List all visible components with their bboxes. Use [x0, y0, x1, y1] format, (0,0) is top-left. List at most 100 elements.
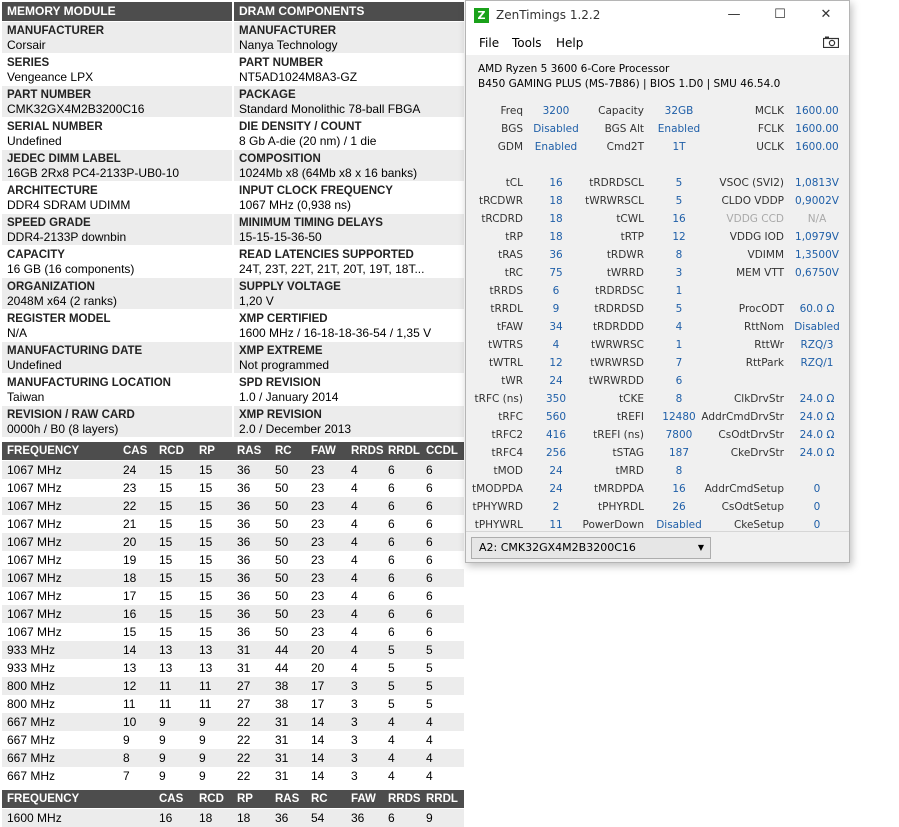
- table-cell: 9: [426, 811, 433, 825]
- table-cell: 15: [159, 571, 173, 585]
- maximize-button[interactable]: ☐: [757, 1, 803, 31]
- title-bar[interactable]: Z ZenTimings 1.2.2 — ☐ ✕: [466, 1, 849, 31]
- table-cell: 23: [311, 589, 325, 603]
- table-header-row: FREQUENCY CAS RCD RP RAS RC FAW RRDS RRDL: [2, 790, 464, 808]
- table-cell: 4: [351, 463, 358, 477]
- timing-label: ProcODT: [738, 303, 784, 315]
- timing-value: 9: [552, 303, 560, 315]
- table-row: 667 MHz 8 9 9 22 31 14 3 4 4: [2, 749, 464, 767]
- menu-help[interactable]: Help: [556, 36, 583, 50]
- timing-label: tREFI: [616, 411, 644, 423]
- dimm-select[interactable]: A2: CMK32GX4M2B3200C16 ▼: [471, 537, 711, 559]
- field-value: Not programmed: [239, 358, 330, 372]
- table-cell: 50: [275, 535, 289, 549]
- timing-label: CsOdtDrvStr: [718, 429, 784, 441]
- table-cell: 5: [388, 661, 395, 675]
- right-field: XMP EXTREME Not programmed: [234, 342, 464, 373]
- board-info: B450 GAMING PLUS (MS-7B86) | BIOS 1.D0 |…: [478, 78, 781, 90]
- timing-value: 5: [675, 177, 683, 189]
- timing-value: 24.0 Ω: [799, 447, 835, 459]
- timing-label: tWTRS: [488, 339, 523, 351]
- timing-label: tRFC2: [491, 429, 523, 441]
- table-cell: 9: [159, 769, 166, 783]
- timing-label: tPHYRDL: [598, 501, 644, 513]
- timing-value: 1,3500V: [795, 249, 839, 261]
- table-row: 667 MHz 10 9 9 22 31 14 3 4 4: [2, 713, 464, 731]
- table-cell: 12: [123, 679, 137, 693]
- timing-label: PowerDown: [582, 519, 645, 531]
- table-cell: 9: [159, 751, 166, 765]
- field-label: MANUFACTURER: [239, 25, 337, 37]
- timing-value: 12: [549, 357, 563, 369]
- table-cell: 50: [275, 571, 289, 585]
- timing-value: 12480: [662, 411, 696, 423]
- table-cell: 800 MHz: [7, 679, 56, 693]
- right-field: COMPOSITION 1024Mb x8 (64Mb x8 x 16 banks…: [234, 150, 464, 181]
- timing-label: tWRWRDD: [588, 375, 644, 387]
- field-value: N/A: [7, 326, 28, 340]
- field-label: MANUFACTURER: [7, 25, 105, 37]
- menu-file[interactable]: File: [479, 36, 499, 50]
- timing-value: 8: [675, 393, 683, 405]
- table-cell: 36: [237, 517, 251, 531]
- table-cell: 1067 MHz: [7, 499, 62, 513]
- table-row: 1600 MHz 16 18 18 36 54 36 6 9: [2, 809, 464, 827]
- column-header: RRDL: [426, 793, 458, 805]
- timing-label: tSTAG: [612, 447, 644, 459]
- menu-tools[interactable]: Tools: [512, 36, 542, 50]
- minimize-button[interactable]: —: [711, 1, 757, 31]
- timing-label: tWTRL: [488, 357, 523, 369]
- column-header: FREQUENCY: [7, 793, 80, 805]
- screenshot-camera-icon[interactable]: [823, 36, 839, 48]
- table-cell: 667 MHz: [7, 769, 56, 783]
- table-cell: 933 MHz: [7, 661, 56, 675]
- timing-value: 16: [672, 483, 686, 495]
- timing-value: 1600.00: [795, 141, 839, 153]
- left-field: ORGANIZATION 2048M x64 (2 ranks): [2, 278, 232, 309]
- table-cell: 4: [351, 499, 358, 513]
- field-value: Standard Monolithic 78-ball FBGA: [239, 102, 421, 116]
- left-field: JEDEC DIMM LABEL 16GB 2Rx8 PC4-2133P-UB0-…: [2, 150, 232, 181]
- column-header: FAW: [311, 445, 336, 457]
- timing-label: BGS Alt: [604, 123, 644, 135]
- left-field: SPEED GRADE DDR4-2133P downbin: [2, 214, 232, 245]
- table-cell: 4: [351, 481, 358, 495]
- table-cell: 1067 MHz: [7, 481, 62, 495]
- field-value: 2.0 / December 2013: [239, 422, 352, 436]
- table-cell: 7: [123, 769, 130, 783]
- timing-value: Disabled: [533, 123, 579, 135]
- timing-value: 416: [545, 429, 567, 441]
- table-cell: 4: [351, 571, 358, 585]
- column-header: RCD: [159, 445, 184, 457]
- timing-value: 1600.00: [795, 123, 839, 135]
- timing-label: CkeSetup: [733, 519, 784, 531]
- column-header: RP: [199, 445, 215, 457]
- column-header: CCDL: [426, 445, 458, 457]
- column-header: RRDS: [388, 793, 421, 805]
- table-cell: 4: [351, 643, 358, 657]
- left-field: MANUFACTURER Corsair: [2, 22, 232, 53]
- timing-value: 60.0 Ω: [799, 303, 835, 315]
- table-cell: 5: [388, 643, 395, 657]
- table-cell: 4: [351, 589, 358, 603]
- table-cell: 1067 MHz: [7, 625, 62, 639]
- column-header: RAS: [237, 445, 262, 457]
- left-field: MANUFACTURING DATE Undefined: [2, 342, 232, 373]
- table-cell: 3: [351, 679, 358, 693]
- field-label: XMP EXTREME: [239, 345, 323, 357]
- timing-label: tMODPDA: [472, 483, 523, 495]
- table-cell: 14: [311, 715, 325, 729]
- timing-label: tFAW: [496, 321, 523, 333]
- table-cell: 3: [351, 769, 358, 783]
- timing-value: 8: [675, 249, 683, 261]
- table-cell: 4: [388, 769, 395, 783]
- timing-label: RttPark: [745, 357, 784, 369]
- cpu-name: AMD Ryzen 5 3600 6-Core Processor: [478, 63, 670, 75]
- close-button[interactable]: ✕: [803, 1, 849, 31]
- timing-value: 24: [549, 375, 563, 387]
- field-value: 1,20 V: [239, 294, 274, 308]
- table-cell: 14: [311, 769, 325, 783]
- table-cell: 27: [237, 697, 251, 711]
- field-value: Taiwan: [7, 390, 45, 404]
- column-header: RCD: [199, 793, 224, 805]
